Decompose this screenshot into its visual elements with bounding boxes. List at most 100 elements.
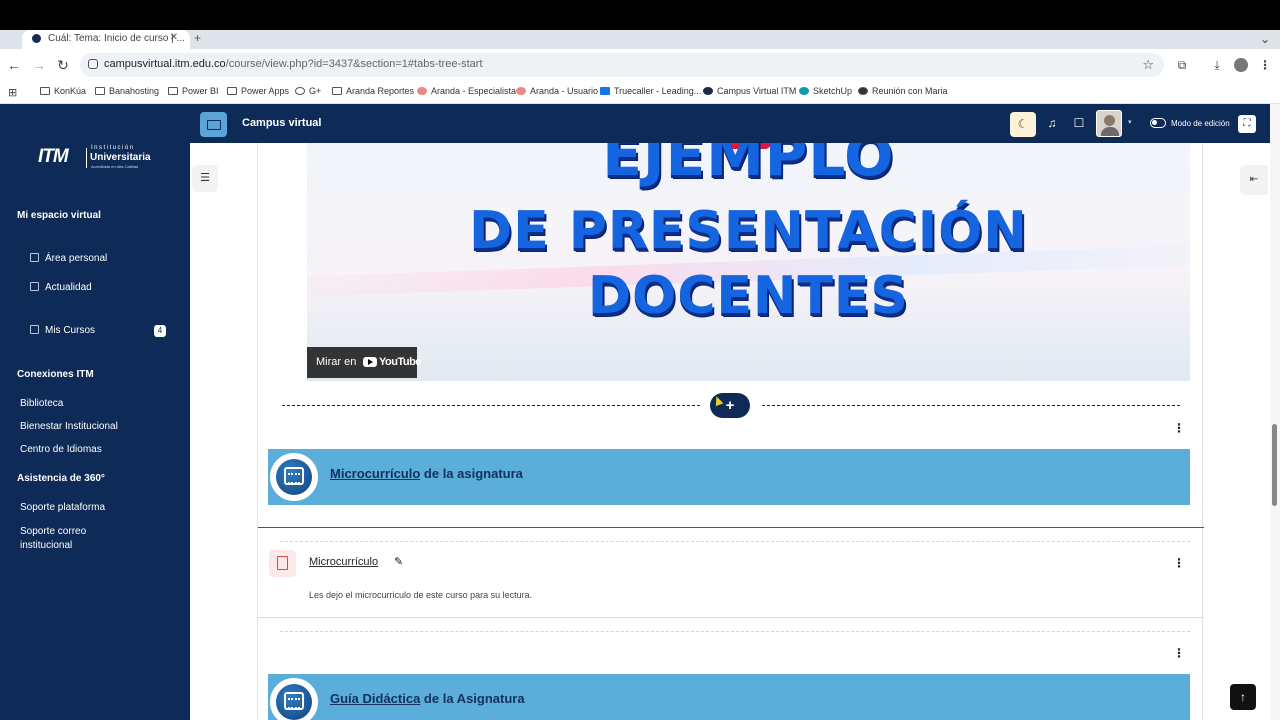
fullscreen-icon[interactable]: ⛶	[1238, 115, 1256, 133]
link-soporte-correo[interactable]: Soporte correo institucional	[20, 525, 130, 553]
bookmark-campus-virtual[interactable]: Campus Virtual ITM	[703, 86, 796, 96]
section-banner-microcurriculo: Microcurrículo de la asignatura	[268, 449, 1190, 505]
section2-actions-kebab-icon[interactable]: ⋮	[1173, 646, 1185, 660]
chart-icon	[332, 87, 342, 95]
apps-grid-icon[interactable]: ⊞	[8, 86, 17, 99]
dashboard-icon	[30, 253, 39, 262]
section-asistencia: Asistencia de 360°	[17, 473, 105, 484]
folder-icon	[40, 87, 50, 95]
video-title-line1: EJEMPLO	[602, 143, 895, 189]
bookmark-aranda-usuario[interactable]: Aranda - Usuario	[516, 86, 598, 96]
section-title-link[interactable]: Microcurrículo	[330, 466, 420, 481]
bookmark-power-apps[interactable]: Power Apps	[227, 86, 289, 96]
link-biblioteca[interactable]: Biblioteca	[20, 398, 63, 409]
section-conexiones: Conexiones ITM	[17, 369, 94, 380]
section-actions-kebab-icon[interactable]: ⋮	[1173, 421, 1185, 435]
back-icon[interactable]: ←	[6, 57, 22, 73]
folder-icon	[168, 87, 178, 95]
main-content: ☰ ⇤ EJEMPLO DE PRESENTACIÓN DOCENTES Mir…	[190, 143, 1270, 720]
bookmark-star-icon[interactable]: ☆	[1142, 57, 1154, 73]
block-drawer-toggle-icon[interactable]: ⇤	[1240, 165, 1268, 195]
logo-line3: Acreditada en Alta Calidad	[91, 164, 139, 169]
edit-mode-toggle[interactable]	[1150, 118, 1166, 128]
truecaller-icon	[600, 87, 610, 95]
section-banner-guia-didactica: Guía Didáctica de la Asignatura	[268, 674, 1190, 720]
aranda-icon	[516, 87, 526, 95]
watch-on-youtube-button[interactable]: Mirar en YouTube	[307, 347, 421, 378]
logo-line1: Institución	[91, 145, 135, 151]
page-scrollbar[interactable]	[1270, 104, 1280, 720]
bookmark-aranda-reportes[interactable]: Aranda Reportes	[332, 86, 414, 96]
address-bar[interactable]: campusvirtual.itm.edu.co/course/view.php…	[80, 53, 1164, 77]
activity-dashed-divider-2	[280, 631, 1190, 632]
sketchup-icon	[799, 87, 809, 95]
user-menu-chevron-icon[interactable]: ▾	[1128, 118, 1132, 126]
pdf-file-icon	[269, 550, 296, 577]
bookmarks-bar: ⊞ KonKúa Banahosting Power BI Power Apps…	[0, 82, 1280, 104]
activity-name-link[interactable]: Microcurrículo	[309, 556, 378, 568]
drawer-toggle-button[interactable]	[200, 112, 227, 137]
globe-icon	[858, 87, 868, 95]
profile-icon[interactable]	[1234, 58, 1248, 72]
new-tab-icon[interactable]: +	[194, 31, 201, 45]
bookmark-reunion[interactable]: Reunión con Maria	[858, 86, 948, 96]
section-title: Microcurrículo de la asignatura	[330, 466, 523, 481]
youtube-play-icon	[363, 357, 377, 367]
site-info-icon[interactable]	[88, 59, 98, 69]
embedded-video[interactable]: EJEMPLO DE PRESENTACIÓN DOCENTES Mirar e…	[307, 143, 1190, 381]
bookmark-aranda-especialista[interactable]: Aranda - Especialista	[417, 86, 516, 96]
bookmark-truecaller[interactable]: Truecaller - Leading...	[600, 86, 701, 96]
calendar-plus-icon	[284, 692, 304, 710]
calendar-plus-icon	[284, 467, 304, 485]
messages-icon[interactable]: ☐	[1072, 116, 1086, 130]
course-index-toggle-icon[interactable]: ☰	[192, 165, 218, 192]
moodle-navbar: Campus virtual ☾ ♫ ☐ ▾ Modo de edición ⛶	[190, 104, 1270, 143]
link-soporte-plataforma[interactable]: Soporte plataforma	[20, 502, 105, 513]
bookmark-sketchup[interactable]: SketchUp	[799, 86, 852, 96]
activity-bottom-border	[258, 617, 1204, 618]
link-idiomas[interactable]: Centro de Idiomas	[20, 444, 102, 455]
calendar-icon	[30, 282, 39, 291]
google-icon	[295, 87, 305, 95]
tab-close-icon[interactable]: ✕	[170, 32, 178, 43]
browser-tabstrip: Cuál: Tema: Inicio de curso | ... ✕ + ⌄	[0, 30, 1280, 49]
bookmark-konkua[interactable]: KonKúa	[40, 86, 86, 96]
forward-icon[interactable]: →	[31, 57, 47, 73]
bookmark-power-bi[interactable]: Power BI	[168, 86, 219, 96]
youtube-wordmark: YouTube	[379, 356, 421, 368]
notifications-bell-icon[interactable]: ♫	[1045, 116, 1059, 130]
url-host: campusvirtual.itm.edu.co	[104, 58, 226, 70]
tab-search-icon[interactable]: ⌄	[1260, 32, 1270, 46]
section2-title-link[interactable]: Guía Didáctica	[330, 691, 420, 706]
dark-mode-icon[interactable]: ☾	[1010, 112, 1036, 137]
browser-tab[interactable]: Cuál: Tema: Inicio de curso | ... ✕	[22, 30, 190, 49]
bookmark-banahosting[interactable]: Banahosting	[95, 86, 159, 96]
edit-title-pencil-icon[interactable]: ✎	[394, 555, 403, 568]
activity-actions-kebab-icon[interactable]: ⋮	[1173, 556, 1185, 570]
sidebar-item-area-personal[interactable]: Área personal	[30, 253, 107, 264]
aranda-icon	[417, 87, 427, 95]
screen: Cuál: Tema: Inicio de curso | ... ✕ + ⌄ …	[0, 0, 1280, 720]
section-title-rest: de la asignatura	[420, 466, 523, 481]
logo-mark: ITM	[38, 146, 69, 167]
courses-icon	[30, 325, 39, 334]
back-to-top-button[interactable]: ↑	[1230, 684, 1256, 710]
scrollbar-thumb[interactable]	[1272, 424, 1277, 506]
extensions-icon[interactable]: ⧉	[1175, 58, 1189, 72]
add-section-divider-left	[282, 405, 700, 406]
download-icon[interactable]: ⤓	[1210, 58, 1224, 72]
activity-description: Les dejo el microcurriculo de este curso…	[309, 590, 533, 600]
itm-logo[interactable]: ITM Institución Universitaria Acreditada…	[38, 145, 156, 172]
watch-on-label: Mirar en	[316, 356, 357, 368]
logo-line2: Universitaria	[90, 152, 151, 163]
sidebar-item-actualidad[interactable]: Actualidad	[30, 282, 92, 293]
sidebar-item-mis-cursos[interactable]: Mis Cursos	[30, 325, 95, 336]
user-avatar[interactable]	[1096, 110, 1122, 137]
bookmark-gplus[interactable]: G+	[295, 86, 321, 96]
add-section-divider-right	[762, 405, 1180, 406]
url-path: /course/view.php?id=3437&section=1#tabs-…	[225, 58, 483, 70]
reload-icon[interactable]: ↻	[55, 57, 71, 74]
browser-menu-icon[interactable]: ⋮	[1258, 58, 1272, 72]
site-name[interactable]: Campus virtual	[242, 117, 321, 129]
link-bienestar[interactable]: Bienestar Institucional	[20, 421, 118, 432]
